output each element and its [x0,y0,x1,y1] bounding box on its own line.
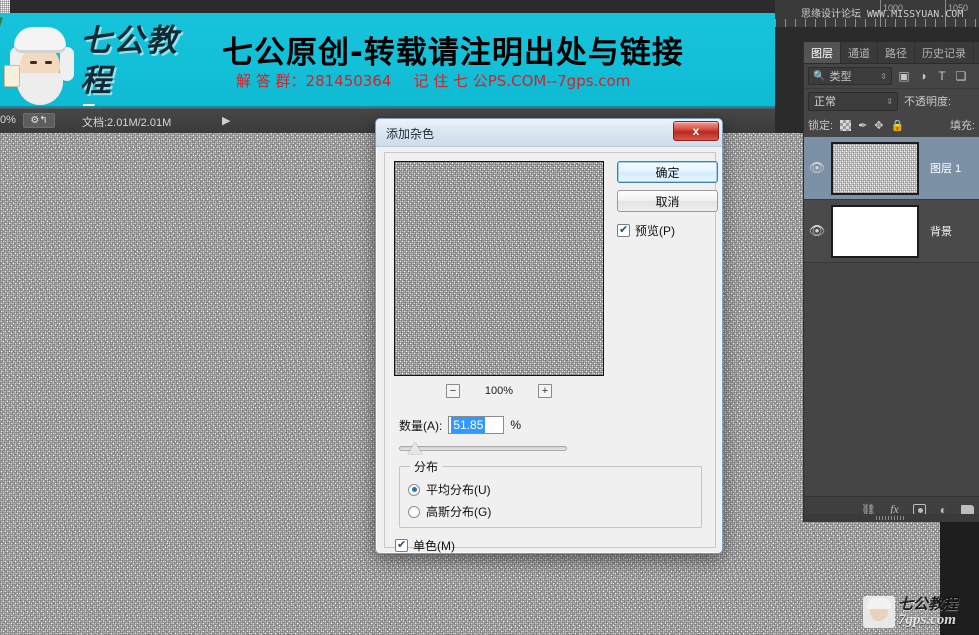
banner-qq-label: 解 答 群： [236,72,306,90]
amount-row: 数量(A): 51.85 % [399,416,521,434]
preview-zoom-controls: − 100% + [394,381,604,401]
layer-name-layer-1[interactable]: 图层 1 [921,160,979,176]
close-icon[interactable]: x [673,121,719,141]
ruler-tick-marks [775,19,979,27]
banner-headline: 七公原创-转载请注明出处与链接 [222,35,684,71]
zoom-out-button[interactable]: − [446,384,460,398]
tab-layers[interactable]: 图层 [804,42,841,63]
add-noise-dialog: 添加杂色 x − 100% + 确定 取消 预览(P) 数量(A): 51.85 [375,118,723,554]
banner-logo-cn: 七公教程 [80,23,179,99]
lock-position-move-icon[interactable]: ✥ [874,119,883,132]
radio-uniform-row[interactable]: 平均分布(U) [408,481,491,498]
sage-mascot-icon [0,17,78,106]
photoshop-screenshot: 七公教程 7gps.com 七公原创-转载请注明出处与链接 解 答 群：2814… [0,0,979,635]
radio-gaussian-label: 高斯分布(G) [426,505,492,519]
layer-thumbnail-wrap[interactable] [828,203,921,259]
blend-mode-row: 正常 ⇳ 不透明度: [804,89,979,113]
watermark-cn: 七公教程 [898,594,959,613]
panel-tab-bar: 图层 通道 路径 历史记录 [804,42,979,64]
watermark-en: 7gps.com [898,611,956,628]
layer-thumbnail-wrap[interactable] [828,140,921,196]
preview-checkbox[interactable] [617,223,630,237]
blend-mode-value: 正常 [814,96,836,108]
distribution-group-title: 分布 [410,458,443,475]
layer-filter-row: 🔍 类型 ⇳ ▣ ◑ T ❏ [804,64,979,89]
filter-kind-select[interactable]: 🔍 类型 ⇳ [808,67,892,85]
radio-gaussian-row[interactable]: 高斯分布(G) [408,503,491,520]
radio-uniform-label: 平均分布(U) [426,483,491,497]
banner-subline: 解 答 群：281450364 记 住 七 公PS.COM--7gps.com [236,70,630,91]
cancel-button[interactable]: 取消 [617,190,718,212]
banner-remember: 记 住 七 公PS.COM--7gps.com [413,72,631,90]
status-zoom-level[interactable]: 0% [0,114,16,126]
preview-zoom-value: 100% [484,385,514,397]
amount-label: 数量(A): [399,418,443,433]
amount-value: 51.85 [451,417,486,433]
shape-filter-icon[interactable]: ❏ [954,69,968,83]
monochrome-checkbox[interactable] [395,538,408,552]
ok-button[interactable]: 确定 [617,161,718,183]
lock-transparent-pixels-icon[interactable] [840,119,852,131]
banner-qq-number: 281450364 [305,72,392,90]
noise-preview[interactable] [394,161,604,376]
layers-list: 👁 图层 1 👁 背景 [804,137,979,263]
layer-name-background[interactable]: 背景 [921,223,979,239]
search-icon: 🔍 [813,70,826,82]
radio-gaussian[interactable] [408,505,420,518]
layer-row-layer-1[interactable]: 👁 图层 1 [804,137,979,200]
lock-row: 锁定: ✒ ✥ 🔒 填充: [804,113,979,137]
chevron-updown-icon: ⇳ [880,71,887,81]
chevron-updown-icon: ⇳ [886,96,893,106]
sage-mascot-icon [863,596,895,628]
status-menu-arrow-icon[interactable]: ▶ [222,114,230,127]
amount-input[interactable]: 51.85 [448,416,505,434]
lock-label: 锁定: [808,120,834,132]
banner-logo-en: 7gps.com [80,99,210,106]
adjustment-filter-icon[interactable]: ◑ [916,69,930,83]
monochrome-label: 单色(M) [413,539,455,553]
image-filter-icon[interactable]: ▣ [897,69,911,83]
amount-slider-track[interactable] [399,446,567,451]
dialog-body: − 100% + 确定 取消 预览(P) 数量(A): 51.85 % [384,152,718,553]
tab-history[interactable]: 历史记录 [915,42,974,63]
eye-icon[interactable]: 👁 [806,223,828,239]
eye-icon[interactable]: 👁 [806,160,828,176]
type-filter-icon[interactable]: T [935,69,949,83]
lock-all-padlock-icon[interactable]: 🔒 [891,119,905,132]
tab-channels[interactable]: 通道 [841,42,878,63]
layer-thumbnail-white [830,204,919,258]
tab-paths[interactable]: 路径 [878,42,915,63]
status-doc-size: 文档:2.01M/2.01M [82,117,172,129]
preview-checkbox-row[interactable]: 预览(P) [617,222,675,239]
new-group-icon[interactable] [961,504,974,515]
forum-watermark: 思缘设计论坛 WWW.MISSYUAN.COM [801,9,964,20]
filter-kind-label: 类型 [829,71,852,83]
corner-watermark: 七公教程 7gps.com [863,595,975,629]
dialog-title: 添加杂色 [386,127,435,141]
amount-slider-thumb[interactable] [408,442,422,454]
layer-row-background[interactable]: 👁 背景 [804,200,979,263]
zoom-in-button[interactable]: + [538,384,552,398]
tutorial-banner: 七公教程 7gps.com 七公原创-转载请注明出处与链接 解 答 群：2814… [0,13,775,108]
banner-logo: 七公教程 7gps.com [80,21,210,106]
preview-checkbox-label: 预览(P) [635,224,675,238]
monochrome-checkbox-row[interactable]: 单色(M) [395,537,455,554]
opacity-label: 不透明度: [904,96,952,108]
horizontal-ruler[interactable]: 1000 1050 思缘设计论坛 WWW.MISSYUAN.COM [775,0,979,28]
amount-slider[interactable] [399,441,567,455]
fill-label: 填充: [949,120,975,132]
radio-uniform[interactable] [408,483,420,496]
proof-setup-icon[interactable]: ⚙↰ [23,113,55,128]
layer-thumbnail-noise [830,141,919,195]
amount-unit: % [510,418,522,432]
distribution-group: 分布 平均分布(U) 高斯分布(G) [399,458,702,528]
dialog-title-bar[interactable]: 添加杂色 x [376,119,722,147]
layers-panel: 图层 通道 路径 历史记录 🔍 类型 ⇳ ▣ ◑ T ❏ 正常 ⇳ 不透明度: … [803,42,979,522]
lock-image-pixels-brush-icon[interactable]: ✒ [858,119,867,132]
blend-mode-select[interactable]: 正常 ⇳ [808,91,898,111]
panel-resize-grip[interactable] [804,514,979,522]
